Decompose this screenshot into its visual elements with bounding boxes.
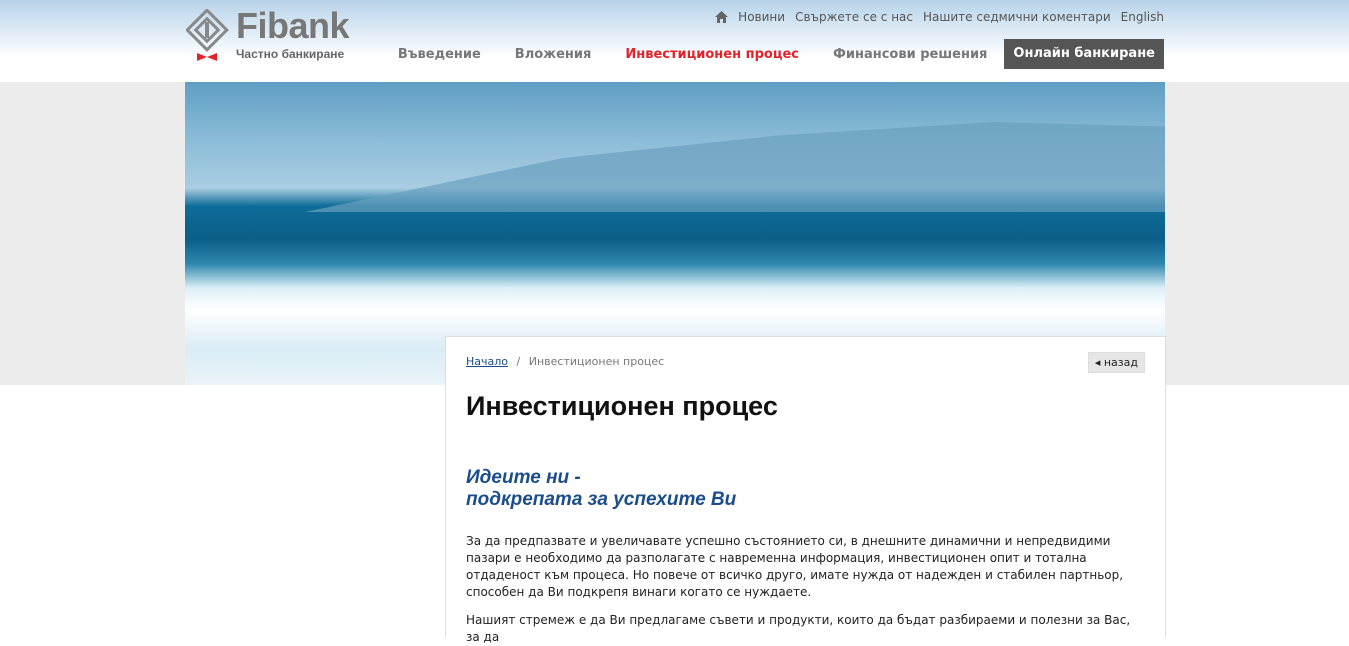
subtitle-line-1: Идеите ни - bbox=[466, 467, 581, 488]
logo[interactable]: Fibank Частно банкиране bbox=[186, 5, 366, 64]
back-label: назад bbox=[1103, 356, 1138, 369]
content-panel: Начало / Инвестиционен процес ◂ назад Ин… bbox=[445, 336, 1166, 644]
nav-introduction[interactable]: Въведение bbox=[398, 47, 481, 62]
home-icon[interactable] bbox=[715, 11, 729, 23]
breadcrumb-separator: / bbox=[516, 355, 521, 368]
subtitle-line-2: подкрепата за успехите Ви bbox=[466, 489, 737, 510]
nav-investment-process[interactable]: Инвестиционен процес bbox=[625, 47, 799, 62]
brand-name: Fibank bbox=[236, 5, 350, 46]
link-contact[interactable]: Свържете се с нас bbox=[795, 10, 913, 24]
fibank-logo-icon bbox=[186, 9, 229, 61]
breadcrumb-home[interactable]: Начало bbox=[466, 355, 508, 368]
main-nav: Въведение Вложения Инвестиционен процес … bbox=[364, 39, 1164, 69]
paragraph-1: За да предпазвате и увеличавате успешно … bbox=[466, 534, 1124, 599]
online-banking-button[interactable]: Онлайн банкиране bbox=[1004, 39, 1164, 69]
breadcrumb: Начало / Инвестиционен процес bbox=[466, 355, 664, 368]
top-links: Новини Свържете се с нас Нашите седмични… bbox=[715, 10, 1164, 24]
link-news[interactable]: Новини bbox=[738, 10, 785, 24]
paragraph-2: Нашият стремеж е да Ви предлагаме съвети… bbox=[466, 613, 1131, 644]
header: Fibank Частно банкиране Новини Свържете … bbox=[0, 0, 1349, 82]
mountain-shape bbox=[305, 122, 1165, 212]
page-title: Инвестиционен процес bbox=[466, 391, 778, 421]
back-button[interactable]: ◂ назад bbox=[1087, 352, 1145, 373]
brand-subtitle: Частно банкиране bbox=[236, 47, 345, 61]
nav-deposits[interactable]: Вложения bbox=[515, 47, 592, 62]
triangle-left-icon: ◂ bbox=[1094, 356, 1104, 369]
page-subtitle: Идеите ни - подкрепата за успехите Ви bbox=[466, 467, 736, 511]
link-weekly-comments[interactable]: Нашите седмични коментари bbox=[923, 10, 1111, 24]
link-english[interactable]: English bbox=[1121, 10, 1164, 24]
breadcrumb-current: Инвестиционен процес bbox=[528, 355, 665, 368]
nav-financial-solutions[interactable]: Финансови решения bbox=[833, 47, 987, 62]
